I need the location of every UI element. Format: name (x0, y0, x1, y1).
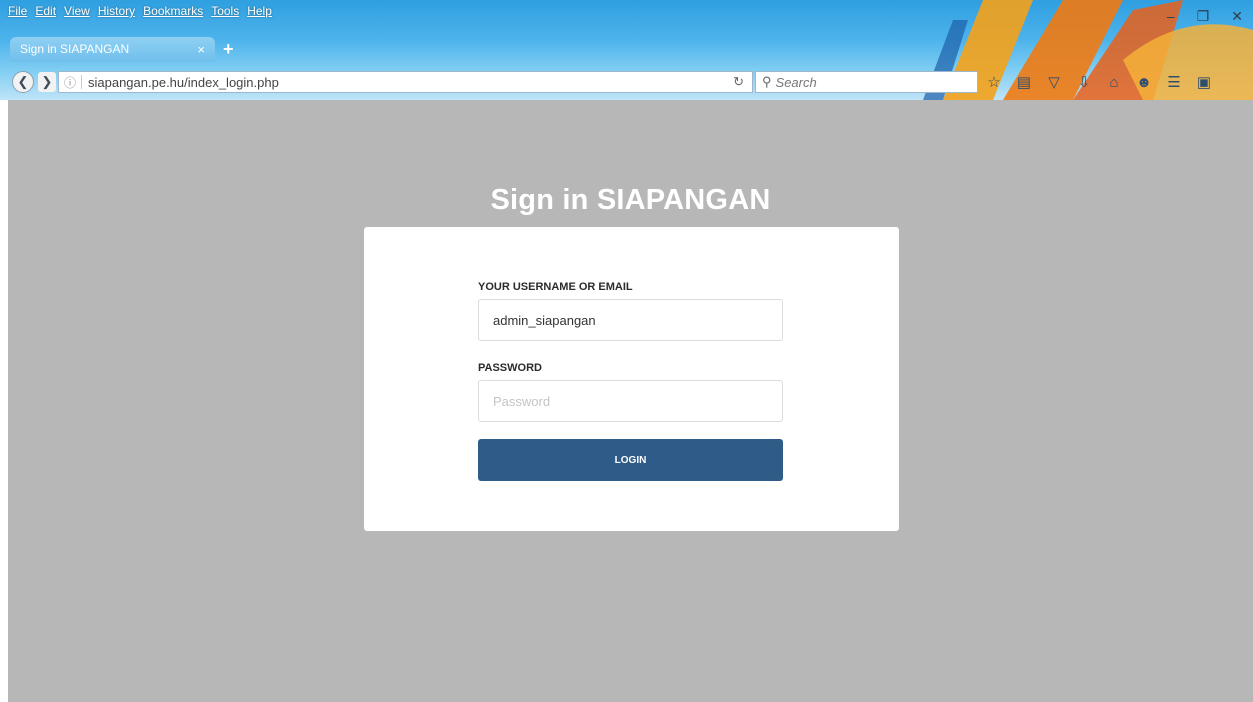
username-label: YOUR USERNAME OR EMAIL (478, 281, 633, 293)
menu-item-view[interactable]: View (64, 4, 90, 22)
menu-item-history[interactable]: History (98, 4, 135, 22)
navigation-bar: ❮ ❯ ⓘ siapangan.pe.hu/index_login.php ↻ … (0, 68, 1253, 98)
search-bar[interactable]: ⚲ Search (755, 71, 978, 93)
url-bar[interactable]: ⓘ siapangan.pe.hu/index_login.php ↻ (58, 71, 753, 93)
menu-item-edit[interactable]: Edit (35, 4, 56, 22)
url-divider (81, 75, 82, 89)
password-label: PASSWORD (478, 362, 542, 374)
browser-chrome: File Edit View History Bookmarks Tools H… (0, 0, 1253, 100)
tab-active[interactable]: Sign in SIAPANGAN × (10, 36, 215, 62)
login-button[interactable]: LOGIN (478, 439, 783, 481)
search-placeholder: Search (775, 74, 817, 90)
reload-icon[interactable]: ↻ (733, 74, 744, 90)
login-card: YOUR USERNAME OR EMAIL PASSWORD LOGIN (364, 227, 899, 531)
tab-title: Sign in SIAPANGAN (20, 42, 130, 56)
menu-bar: File Edit View History Bookmarks Tools H… (8, 4, 272, 22)
restore-icon[interactable]: ❐ (1197, 8, 1210, 25)
pocket-icon[interactable]: ▽ (1045, 73, 1063, 91)
toolbar-icons: ☆ ▤ ▽ ⇩ ⌂ ☻ ☰ ▣ (985, 70, 1213, 94)
back-arrow-icon: ❮ (17, 74, 29, 89)
back-button[interactable]: ❮ (12, 71, 34, 93)
tab-strip: Sign in SIAPANGAN × + (10, 36, 234, 62)
password-field[interactable] (478, 380, 783, 422)
page-title: Sign in SIAPANGAN (490, 184, 771, 216)
close-icon[interactable]: ✕ (1231, 8, 1243, 25)
site-info-icon[interactable]: ⓘ (59, 74, 81, 91)
page-viewport: Sign in SIAPANGAN YOUR USERNAME OR EMAIL… (8, 100, 1253, 702)
search-icon: ⚲ (762, 74, 772, 89)
new-tab-button[interactable]: + (223, 39, 234, 60)
bookmark-star-icon[interactable]: ☆ (985, 73, 1003, 91)
tab-close-icon[interactable]: × (197, 42, 205, 57)
menu-item-bookmarks[interactable]: Bookmarks (143, 4, 203, 22)
menu-item-file[interactable]: File (8, 4, 27, 22)
home-icon[interactable]: ⌂ (1105, 74, 1123, 91)
menu-item-help[interactable]: Help (247, 4, 272, 22)
forward-arrow-icon: ❯ (41, 74, 53, 89)
url-text: siapangan.pe.hu/index_login.php (88, 74, 279, 90)
extension-icon[interactable]: ▣ (1195, 73, 1213, 91)
reading-list-icon[interactable]: ▤ (1015, 73, 1033, 91)
menu-item-tools[interactable]: Tools (211, 4, 239, 22)
menu-icon[interactable]: ☰ (1165, 73, 1183, 91)
window-controls: – ❐ ✕ (1167, 8, 1243, 25)
forward-button[interactable]: ❯ (38, 72, 56, 92)
minimize-icon[interactable]: – (1167, 8, 1175, 25)
download-icon[interactable]: ⇩ (1075, 73, 1093, 91)
username-field[interactable] (478, 299, 783, 341)
emoji-icon[interactable]: ☻ (1135, 74, 1153, 91)
